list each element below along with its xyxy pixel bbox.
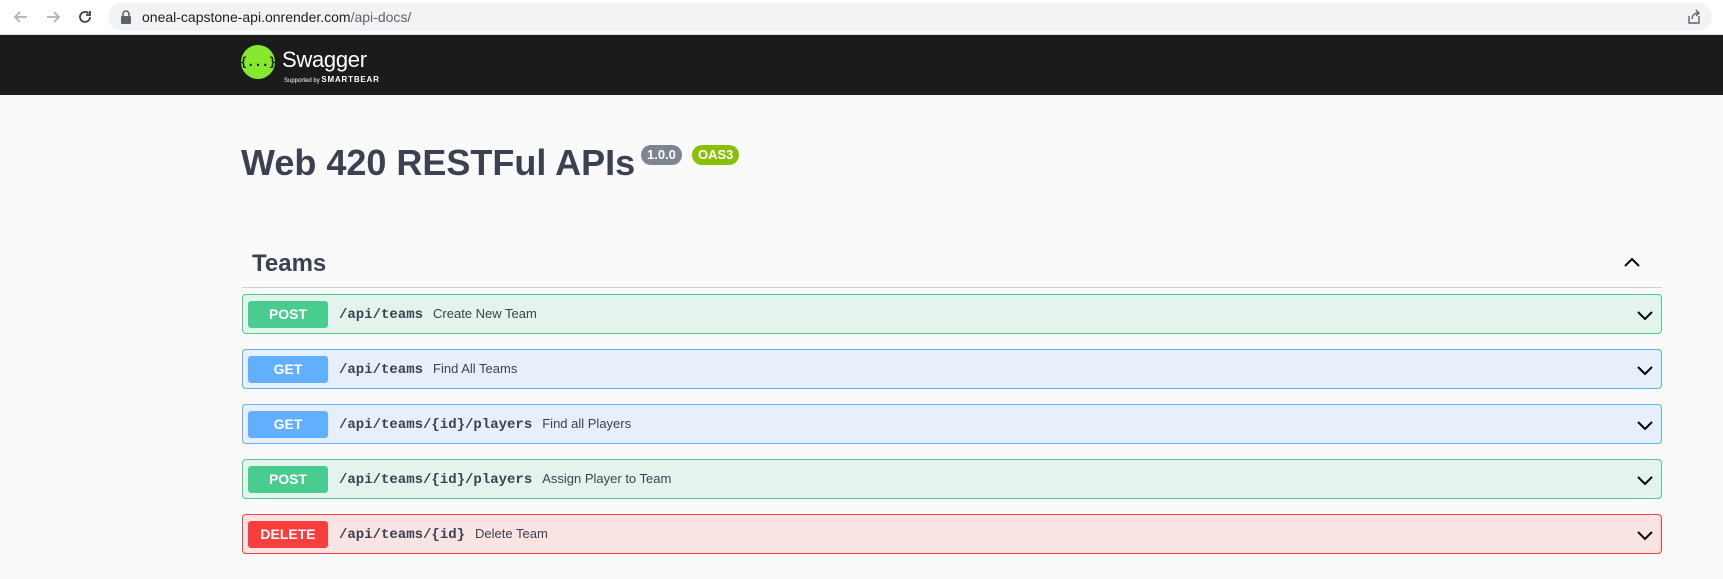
chevron-down-icon[interactable] — [1635, 360, 1655, 385]
logo-subtitle: Supported by SMARTBEAR — [284, 75, 380, 84]
operation-summary: Assign Player to Team — [542, 471, 672, 486]
operation-path: /api/teams/{id}/players Find all Players — [339, 416, 631, 433]
reload-icon[interactable] — [73, 5, 97, 29]
operation-post-team-players[interactable]: POST /api/teams/{id}/players Assign Playe… — [242, 459, 1662, 499]
operation-path: /api/teams/{id} Delete Team — [339, 526, 548, 543]
logo-title[interactable]: Swagger — [282, 47, 367, 73]
path-text: /api/teams — [339, 307, 424, 323]
url-path: /api-docs/ — [350, 9, 412, 25]
oas-badge: OAS3 — [692, 145, 740, 165]
url-text: oneal-capstone-api.onrender.com/api-docs… — [142, 9, 411, 25]
swagger-logo-icon[interactable]: {...} — [239, 45, 277, 79]
logo-brand-text: SMARTBEAR — [321, 75, 380, 84]
operation-summary: Create New Team — [433, 306, 537, 321]
operation-delete-team[interactable]: DELETE /api/teams/{id} Delete Team — [242, 514, 1662, 554]
share-icon[interactable] — [1686, 9, 1702, 30]
operation-summary: Find All Teams — [433, 361, 518, 376]
swagger-topbar: {...} Swagger Supported by SMARTBEAR — [0, 35, 1723, 95]
address-bar[interactable]: oneal-capstone-api.onrender.com/api-docs… — [108, 3, 1712, 31]
browser-toolbar: oneal-capstone-api.onrender.com/api-docs… — [0, 0, 1723, 35]
operation-get-teams[interactable]: GET /api/teams Find All Teams — [242, 349, 1662, 389]
chevron-down-icon[interactable] — [1635, 415, 1655, 440]
operation-path: /api/teams/{id}/players Assign Player to … — [339, 471, 671, 488]
method-badge: GET — [248, 411, 328, 438]
operation-path: /api/teams Find All Teams — [339, 361, 517, 378]
chevron-down-icon[interactable] — [1635, 305, 1655, 330]
path-text: /api/teams/{id}/players — [339, 417, 533, 433]
operation-summary: Find all Players — [542, 416, 632, 431]
method-badge: POST — [248, 466, 328, 493]
operation-path: /api/teams Create New Team — [339, 306, 537, 323]
chevron-up-icon[interactable] — [1622, 252, 1642, 277]
path-text: /api/teams/{id}/players — [339, 472, 533, 488]
path-text: /api/teams — [339, 362, 424, 378]
operation-summary: Delete Team — [475, 526, 548, 541]
tag-name: Teams — [252, 250, 327, 277]
method-badge: POST — [248, 301, 328, 328]
api-title: Web 420 RESTFul APIs — [241, 142, 636, 183]
method-badge: GET — [248, 356, 328, 383]
back-arrow-icon[interactable] — [9, 5, 33, 29]
lock-icon[interactable] — [120, 10, 132, 29]
chevron-down-icon[interactable] — [1635, 470, 1655, 495]
url-host: oneal-capstone-api.onrender.com — [142, 9, 351, 25]
tag-header-teams[interactable]: Teams — [242, 238, 1662, 288]
chevron-down-icon[interactable] — [1635, 525, 1655, 550]
forward-arrow-icon[interactable] — [41, 5, 65, 29]
logo-symbol: {...} — [239, 55, 277, 69]
path-text: /api/teams/{id} — [339, 527, 466, 543]
operation-get-team-players[interactable]: GET /api/teams/{id}/players Find all Play… — [242, 404, 1662, 444]
operation-post-teams[interactable]: POST /api/teams Create New Team — [242, 294, 1662, 334]
logo-supported-text: Supported by — [284, 78, 320, 84]
method-badge: DELETE — [248, 521, 328, 548]
version-badge: 1.0.0 — [641, 145, 682, 165]
